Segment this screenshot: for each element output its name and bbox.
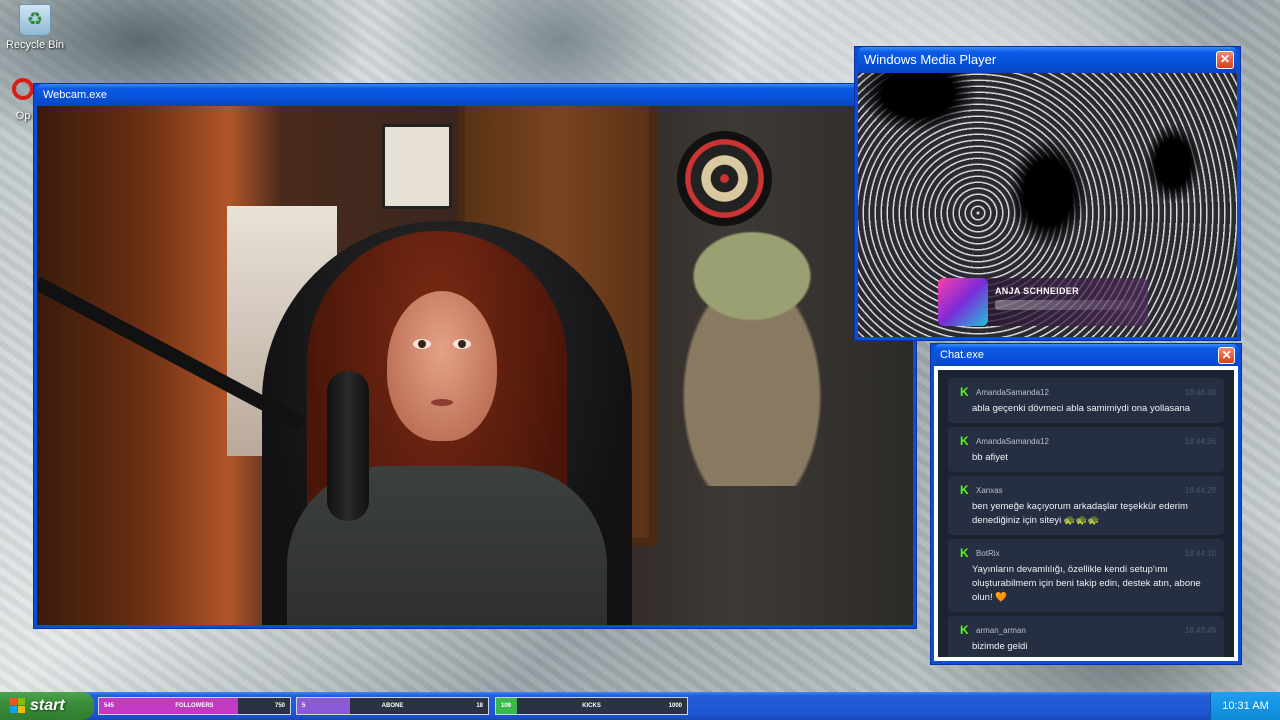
- chat-timestamp: 18:44:28: [1184, 485, 1216, 495]
- chat-text: ben yemeğe kaçıyorum arkadaşlar teşekkür…: [972, 501, 1188, 526]
- webcam-window: Webcam.exe: [34, 84, 916, 628]
- chat-window-title: Chat.exe: [940, 349, 985, 361]
- chat-window: Chat.exe ✕ K AmandaSamanda12 18:46:40 ab…: [931, 344, 1241, 664]
- webcam-title-bar[interactable]: Webcam.exe: [37, 84, 913, 106]
- start-label: start: [30, 697, 65, 714]
- followers-label: FOLLOWERS: [175, 703, 214, 709]
- chat-username[interactable]: Xanxas: [976, 486, 1185, 495]
- trash-can-icon: [19, 4, 51, 36]
- plush-toy: [677, 226, 827, 486]
- chat-timestamp: 18:44:36: [1184, 436, 1216, 446]
- chat-body: K AmandaSamanda12 18:46:40 abla geçenki …: [934, 366, 1238, 661]
- microphone: [327, 371, 369, 521]
- kick-badge-icon: K: [960, 483, 969, 497]
- abone-label: ABONE: [381, 703, 404, 709]
- chat-message: K AmandaSamanda12 18:46:40 abla geçenki …: [948, 378, 1224, 423]
- kick-badge-icon: K: [960, 385, 969, 399]
- media-player-video: ANJA SCHNEIDER: [858, 73, 1237, 337]
- chat-message: K arman_arman 18:43:49 bizimde geldi: [948, 616, 1224, 657]
- followers-goal-bar: 545 FOLLOWERS 750: [98, 697, 291, 715]
- chat-message-list[interactable]: K AmandaSamanda12 18:46:40 abla geçenki …: [938, 370, 1234, 657]
- chat-username[interactable]: BotRix: [976, 549, 1185, 558]
- abone-goal-bar: 5 ABONE 18: [296, 697, 489, 715]
- kicks-label: KICKS: [582, 703, 601, 709]
- chat-message: K BotRix 18:44:10 Yayınların devamlılığı…: [948, 539, 1224, 612]
- chat-title-bar[interactable]: Chat.exe ✕: [934, 344, 1238, 366]
- chat-message: K Xanxas 18:44:28 ben yemeğe kaçıyorum a…: [948, 476, 1224, 535]
- chat-text: Yayınların devamlılığı, özellikle kendi …: [972, 564, 1201, 603]
- chat-username[interactable]: AmandaSamanda12: [976, 388, 1185, 397]
- chat-text: bizimde geldi: [972, 641, 1028, 652]
- start-button[interactable]: start: [0, 692, 94, 720]
- streamer-face: [387, 291, 497, 441]
- right-eye: [453, 339, 471, 349]
- media-player-title: Windows Media Player: [864, 52, 997, 67]
- kicks-goal-bar: 109 KICKS 1000: [495, 697, 688, 715]
- now-playing-card: ANJA SCHNEIDER: [938, 278, 1148, 326]
- recycle-bin-label: Recycle Bin: [5, 39, 65, 51]
- chat-text: bb afiyet: [972, 452, 1008, 463]
- kick-badge-icon: K: [960, 623, 969, 637]
- chat-timestamp: 18:44:10: [1184, 548, 1216, 558]
- windows-logo-icon: [10, 698, 26, 714]
- kick-badge-icon: K: [960, 434, 969, 448]
- album-art: [938, 278, 988, 326]
- wall-frame: [382, 124, 452, 209]
- chat-message: K AmandaSamanda12 18:44:36 bb afiyet: [948, 427, 1224, 472]
- kick-badge-icon: K: [960, 546, 969, 560]
- recycle-bin-icon[interactable]: Recycle Bin: [0, 4, 70, 51]
- dartboard: [677, 131, 772, 226]
- chat-close-button[interactable]: ✕: [1218, 347, 1235, 364]
- webcam-feed: [37, 106, 913, 625]
- webcam-window-title: Webcam.exe: [43, 89, 107, 101]
- mouth: [431, 399, 453, 406]
- chat-timestamp: 18:46:40: [1184, 387, 1216, 397]
- taskbar: start 545 FOLLOWERS 750 5 ABONE 18 109 K…: [0, 692, 1280, 720]
- now-playing-artist: ANJA SCHNEIDER: [995, 286, 1079, 296]
- followers-max: 750: [274, 703, 285, 709]
- media-player-title-bar[interactable]: Windows Media Player ✕: [858, 47, 1237, 73]
- now-playing-track-blur: [995, 300, 1135, 310]
- media-player-close-button[interactable]: ✕: [1216, 51, 1234, 69]
- chat-timestamp: 18:43:49: [1184, 625, 1216, 635]
- abone-max: 18: [476, 703, 483, 709]
- kicks-max: 1000: [668, 703, 682, 709]
- chat-username[interactable]: arman_arman: [976, 626, 1185, 635]
- left-eye: [413, 339, 431, 349]
- chat-username[interactable]: AmandaSamanda12: [976, 437, 1185, 446]
- media-player-window: Windows Media Player ✕ ANJA SCHNEIDER: [855, 47, 1240, 340]
- opera-logo-icon: [12, 78, 34, 100]
- system-tray-clock[interactable]: 10:31 AM: [1210, 692, 1280, 720]
- chat-text: abla geçenki dövmeci abla samimiydi ona …: [972, 403, 1191, 414]
